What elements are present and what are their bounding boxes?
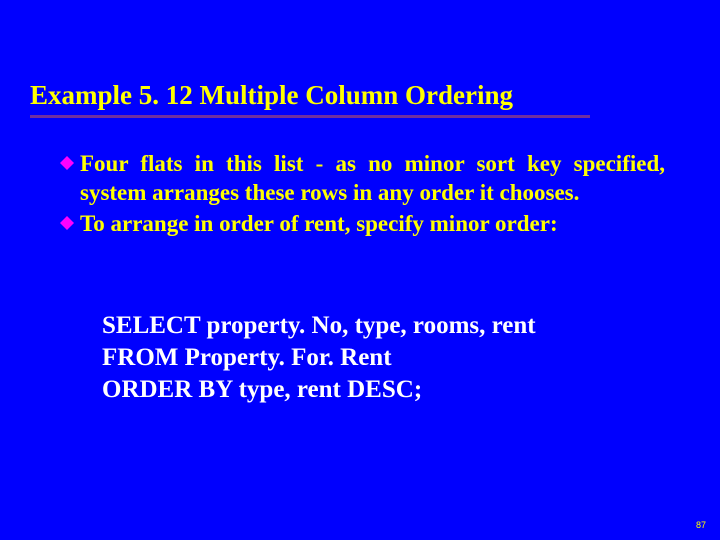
diamond-bullet-icon xyxy=(60,156,74,170)
bullet-text: To arrange in order of rent, specify min… xyxy=(80,210,665,239)
slide: Example 5. 12 Multiple Column Ordering F… xyxy=(0,0,720,540)
code-line: ORDER BY type, rent DESC; xyxy=(102,374,662,406)
diamond-bullet-icon xyxy=(60,216,74,230)
list-item: To arrange in order of rent, specify min… xyxy=(60,210,665,239)
slide-title: Example 5. 12 Multiple Column Ordering xyxy=(30,80,590,111)
sql-code-block: SELECT property. No, type, rooms, rent F… xyxy=(102,310,662,406)
title-underline xyxy=(30,115,590,118)
list-item: Four flats in this list - as no minor so… xyxy=(60,150,665,208)
page-number: 87 xyxy=(696,520,706,530)
bullet-text: Four flats in this list - as no minor so… xyxy=(80,150,665,208)
title-block: Example 5. 12 Multiple Column Ordering xyxy=(30,80,590,118)
code-line: FROM Property. For. Rent xyxy=(102,342,662,374)
code-line: SELECT property. No, type, rooms, rent xyxy=(102,310,662,342)
bullet-list: Four flats in this list - as no minor so… xyxy=(60,150,665,240)
